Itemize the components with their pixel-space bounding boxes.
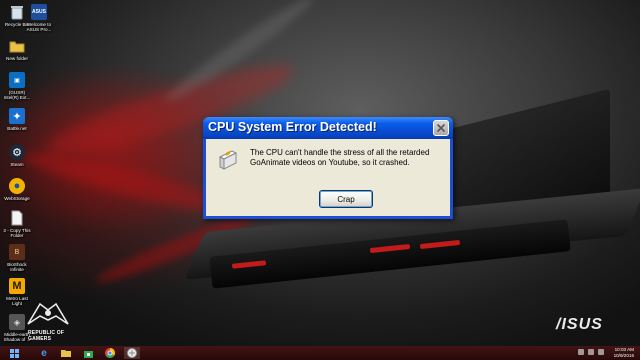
desktop-icon-label: New folder <box>6 56 28 61</box>
close-button[interactable] <box>433 120 449 136</box>
desktop-icon-webstorage[interactable]: ● WebStorage <box>2 178 32 201</box>
battlenet-icon: ✦ <box>9 108 25 124</box>
desktop-icon-asus-welcome[interactable]: ASUS Welcome to ASUS Pro... <box>24 4 54 33</box>
desktop-icon-copy-folder[interactable]: 3 - Copy This Folder <box>2 210 32 239</box>
metro-icon: M <box>9 278 25 294</box>
asus-welcome-icon: ASUS <box>31 4 47 20</box>
steam-icon: ⚙ <box>9 144 25 160</box>
desktop-icon-bioshock[interactable]: B BioShock Infinite <box>2 244 32 273</box>
desktop-icon-new-folder[interactable]: New folder <box>2 38 32 61</box>
taskbar-explorer-button[interactable] <box>58 347 74 359</box>
desktop-icon-label: BioShock Infinite <box>7 262 27 273</box>
internet-explorer-icon: e <box>41 347 47 359</box>
asus-logo: /ISUS <box>556 316 603 333</box>
taskbar-chrome-button[interactable] <box>102 347 118 359</box>
cpu-chip-icon <box>214 147 240 171</box>
rog-text: REPUBLIC OF GAMERS <box>28 330 65 342</box>
folder-icon <box>9 38 25 54</box>
rog-logo <box>26 298 70 328</box>
close-icon <box>437 124 445 132</box>
battery-icon[interactable] <box>598 349 604 355</box>
desktop-icon-battlenet[interactable]: ✦ Battle.net <box>2 108 32 131</box>
desktop-icon-label: 3 - Copy This Folder <box>3 228 31 239</box>
taskbar-clock[interactable]: 10:03 AM 10/9/2016 <box>614 347 634 359</box>
dialog-body: The CPU can't handle the stress of all t… <box>206 139 450 216</box>
recycle-bin-icon <box>9 4 25 20</box>
taskbar-goanimate-button[interactable] <box>124 347 140 359</box>
volume-icon[interactable] <box>588 349 594 355</box>
taskbar: e 10:03 AM 10/9/2016 <box>0 346 640 360</box>
dialog-title: CPU System Error Detected! <box>208 120 377 134</box>
file-explorer-icon <box>61 350 71 357</box>
error-dialog: CPU System Error Detected! The CPU can't… <box>203 117 453 219</box>
desktop-icon-label: Welcome to ASUS Pro... <box>26 22 52 33</box>
middle-earth-icon: ◈ <box>9 314 25 330</box>
desktop-icon-label: Steam <box>10 162 24 167</box>
taskbar-store-button[interactable] <box>80 347 96 359</box>
windows-store-icon <box>83 350 93 358</box>
intel-icon: ▣ <box>9 72 25 88</box>
webstorage-icon: ● <box>9 178 25 194</box>
desktop-icon-label: WebStorage <box>4 196 30 201</box>
bioshock-icon: B <box>9 244 25 260</box>
windows-start-icon <box>9 348 19 358</box>
dialog-message: The CPU can't handle the stress of all t… <box>250 148 430 167</box>
system-tray-icons[interactable] <box>578 349 604 355</box>
desktop-icon-intel[interactable]: ▣ (GUSR) Intel(R) Ext... <box>2 72 32 101</box>
desktop-icon-steam[interactable]: ⚙ Steam <box>2 144 32 167</box>
network-icon[interactable] <box>578 349 584 355</box>
desktop-icon-label: Battle.net <box>7 126 27 131</box>
start-button[interactable] <box>6 347 22 359</box>
document-icon <box>9 210 25 226</box>
clock-date: 10/9/2016 <box>613 353 634 358</box>
chrome-icon <box>105 348 115 358</box>
dialog-titlebar[interactable]: CPU System Error Detected! <box>203 117 453 139</box>
desktop-icon-label: (GUSR) Intel(R) Ext... <box>3 90 31 101</box>
taskbar-ie-button[interactable]: e <box>36 347 52 359</box>
crap-button[interactable]: Crap <box>319 190 373 208</box>
goanimate-icon <box>127 348 137 358</box>
